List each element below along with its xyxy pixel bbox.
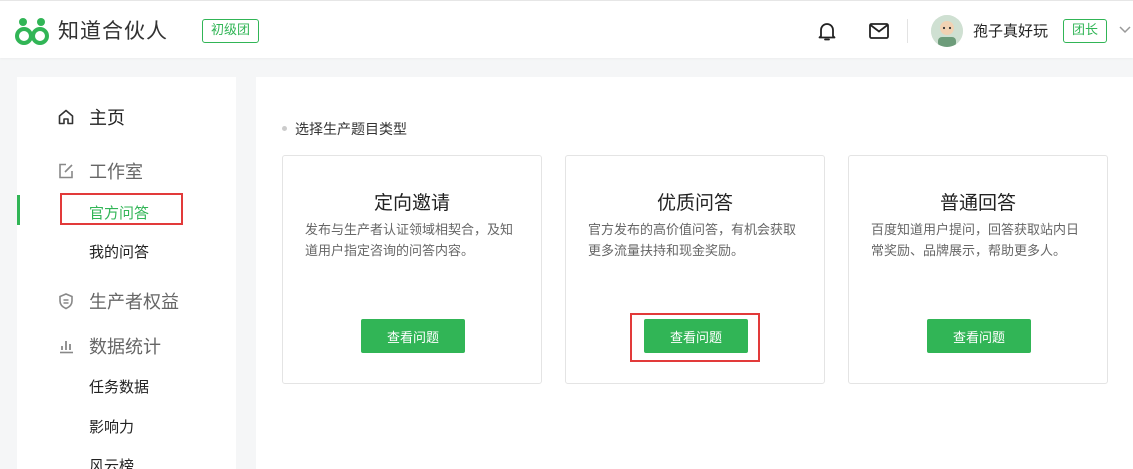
highlight-box <box>630 313 760 362</box>
highlight-box <box>60 193 183 225</box>
sidebar-item-task-data[interactable]: 任务数据 <box>89 376 149 397</box>
sidebar-group-producer-rights[interactable]: 生产者权益 <box>17 289 236 313</box>
username[interactable]: 孢子真好玩 <box>973 20 1048 41</box>
mail-icon[interactable] <box>867 19 891 43</box>
chevron-down-icon[interactable] <box>1118 25 1132 35</box>
sidebar-item-label: 生产者权益 <box>89 292 179 313</box>
sidebar: 主页 工作室 官方问答 我的问答 生产者权益 数据统计 任务数据 影响力 风云榜 <box>17 77 236 469</box>
view-questions-button[interactable]: 查看问题 <box>927 319 1031 353</box>
avatar-image <box>931 15 963 47</box>
logo-icon <box>15 18 49 45</box>
shield-icon <box>59 293 73 310</box>
top-header: 知道合伙人 初级团 孢子真好玩 团长 <box>0 0 1133 58</box>
sidebar-item-influence[interactable]: 影响力 <box>89 416 134 437</box>
card-title: 普通回答 <box>939 192 1016 214</box>
sidebar-item-my-qa[interactable]: 我的问答 <box>89 241 149 262</box>
sidebar-item-label: 数据统计 <box>89 337 161 358</box>
card-description: 发布与生产者认证领域相契合，及知道用户指定咨询的问答内容。 <box>305 223 514 259</box>
brand-logo[interactable]: 知道合伙人 <box>14 15 168 45</box>
view-questions-button[interactable]: 查看问题 <box>361 319 465 353</box>
brand-name: 知道合伙人 <box>58 19 168 43</box>
card-normal-answer: 普通回答 百度知道用户提问，回答获取站内日常奖励、品牌展示，帮助更多人。 查看问… <box>848 155 1108 384</box>
card-title: 定向邀请 <box>373 192 450 214</box>
main-content: 选择生产题目类型 定向邀请 发布与生产者认证领域相契合，及知道用户指定咨询的问答… <box>256 77 1133 469</box>
card-title: 优质问答 <box>656 192 733 214</box>
avatar[interactable] <box>931 15 963 47</box>
card-description: 官方发布的高价值问答，有机会获取更多流量扶持和现金奖励。 <box>588 223 797 259</box>
bell-icon[interactable] <box>815 19 839 43</box>
section-title: 选择生产题目类型 <box>282 119 407 139</box>
level-badge: 初级团 <box>202 19 260 43</box>
card-directed-invite: 定向邀请 发布与生产者认证领域相契合，及知道用户指定咨询的问答内容。 查看问题 <box>282 155 542 384</box>
sidebar-item-label: 工作室 <box>89 162 143 183</box>
bar-chart-icon <box>60 341 73 354</box>
sidebar-group-statistics[interactable]: 数据统计 <box>17 334 236 358</box>
card-description: 百度知道用户提问，回答获取站内日常奖励、品牌展示，帮助更多人。 <box>871 223 1080 259</box>
sidebar-item-leaderboard[interactable]: 风云榜 <box>89 455 134 469</box>
sidebar-item-home[interactable]: 主页 <box>17 105 236 129</box>
header-divider <box>907 19 908 43</box>
edit-icon <box>59 163 73 179</box>
home-icon <box>58 109 74 125</box>
active-indicator <box>17 195 20 225</box>
sidebar-item-label: 主页 <box>89 108 125 129</box>
sidebar-group-studio[interactable]: 工作室 <box>17 159 236 183</box>
role-badge: 团长 <box>1063 19 1108 43</box>
